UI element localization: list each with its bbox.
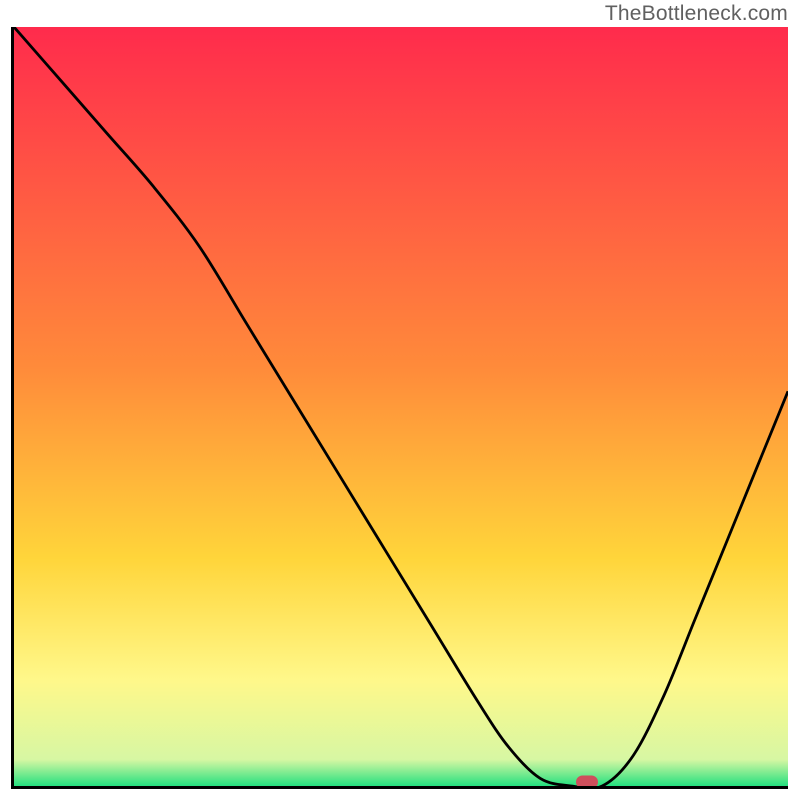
axes-frame <box>11 27 788 789</box>
watermark-text: TheBottleneck.com <box>605 2 788 26</box>
